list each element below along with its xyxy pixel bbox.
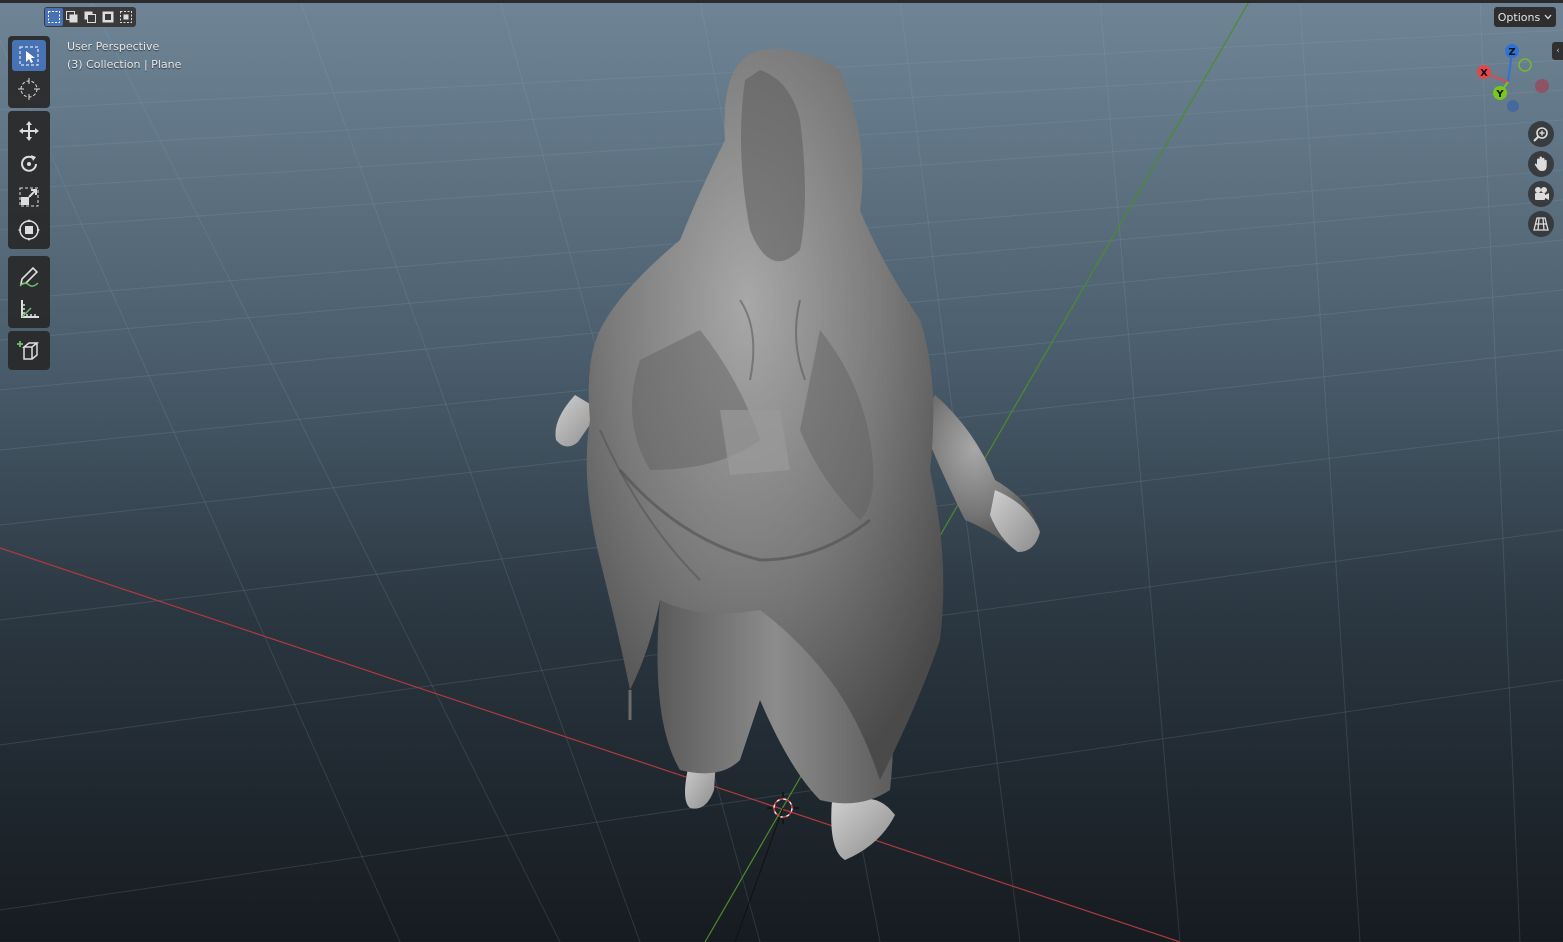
tool-scale[interactable] <box>12 181 46 212</box>
tool-annotate[interactable] <box>12 260 46 291</box>
z-axis-handle[interactable]: Z <box>1505 44 1519 58</box>
negative-y-axis-handle[interactable] <box>1518 58 1532 72</box>
view-name-label: User Perspective <box>67 40 160 53</box>
toolbar-add-group <box>8 331 50 370</box>
select-box-icon <box>19 46 39 65</box>
select-mode-group <box>44 7 136 27</box>
options-label: Options <box>1497 10 1541 24</box>
select-mode-extend-button[interactable] <box>63 8 81 26</box>
options-dropdown[interactable]: Options <box>1494 7 1556 27</box>
tool-cursor[interactable] <box>12 73 46 104</box>
select-invert-icon <box>102 11 114 23</box>
z-axis-label: Z <box>1508 47 1515 58</box>
transform-icon <box>18 218 40 241</box>
y-axis-label: Y <box>1495 89 1504 100</box>
ortho-grid-icon <box>1533 217 1549 231</box>
chevron-left-icon: ‹ <box>1556 46 1560 56</box>
move-icon <box>19 120 39 141</box>
zoom-icon <box>1533 127 1548 142</box>
tool-add-cube[interactable] <box>12 335 46 366</box>
tool-select-box[interactable] <box>12 40 46 71</box>
toolbar-transform-group <box>8 111 50 249</box>
hooded-figure-mesh <box>555 49 1040 860</box>
rotate-icon <box>21 154 37 172</box>
select-mode-invert-button[interactable] <box>99 8 117 26</box>
select-new-icon <box>48 11 60 23</box>
select-mode-intersect-button[interactable] <box>117 8 135 26</box>
cursor-icon <box>18 77 40 100</box>
viewport-info: User Perspective (3) Collection | Plane <box>67 38 181 74</box>
hand-pan-icon <box>1534 156 1547 171</box>
negative-z-axis-handle[interactable] <box>1507 100 1519 112</box>
toolbar-annotate-group <box>8 256 50 328</box>
select-mode-subtract-button[interactable] <box>81 8 99 26</box>
tool-move[interactable] <box>12 115 46 146</box>
tool-transform[interactable] <box>12 214 46 245</box>
navigation-gizmo[interactable]: Z X Y <box>1470 40 1556 120</box>
x-axis-handle[interactable]: X <box>1477 65 1491 79</box>
select-intersect-icon <box>120 11 132 23</box>
camera-view-icon <box>1535 187 1549 200</box>
measure-ruler-icon <box>21 299 39 318</box>
tool-rotate[interactable] <box>12 148 46 179</box>
ortho-toggle-button[interactable] <box>1528 211 1554 237</box>
select-subtract-icon <box>84 11 96 23</box>
collection-label: (3) Collection | Plane <box>67 58 182 71</box>
negative-x-axis-handle[interactable] <box>1535 79 1549 93</box>
scale-icon <box>19 187 39 206</box>
annotate-pencil-icon <box>19 266 39 287</box>
camera-view-button[interactable] <box>1528 181 1554 207</box>
add-cube-icon <box>17 340 40 360</box>
tool-measure[interactable] <box>12 293 46 324</box>
3d-viewport[interactable]: User Perspective (3) Collection | Plane <box>0 0 1563 942</box>
header-strip <box>0 0 1563 3</box>
pan-button[interactable] <box>1528 151 1554 177</box>
select-extend-icon <box>66 11 78 23</box>
zoom-button[interactable] <box>1528 121 1554 147</box>
toolbar-select-group <box>8 36 50 108</box>
y-axis-handle[interactable]: Y <box>1493 86 1507 100</box>
chevron-down-icon <box>1544 14 1552 20</box>
select-mode-new-button[interactable] <box>45 8 63 26</box>
x-axis-label: X <box>1480 68 1488 79</box>
scene-canvas[interactable] <box>0 0 1563 942</box>
